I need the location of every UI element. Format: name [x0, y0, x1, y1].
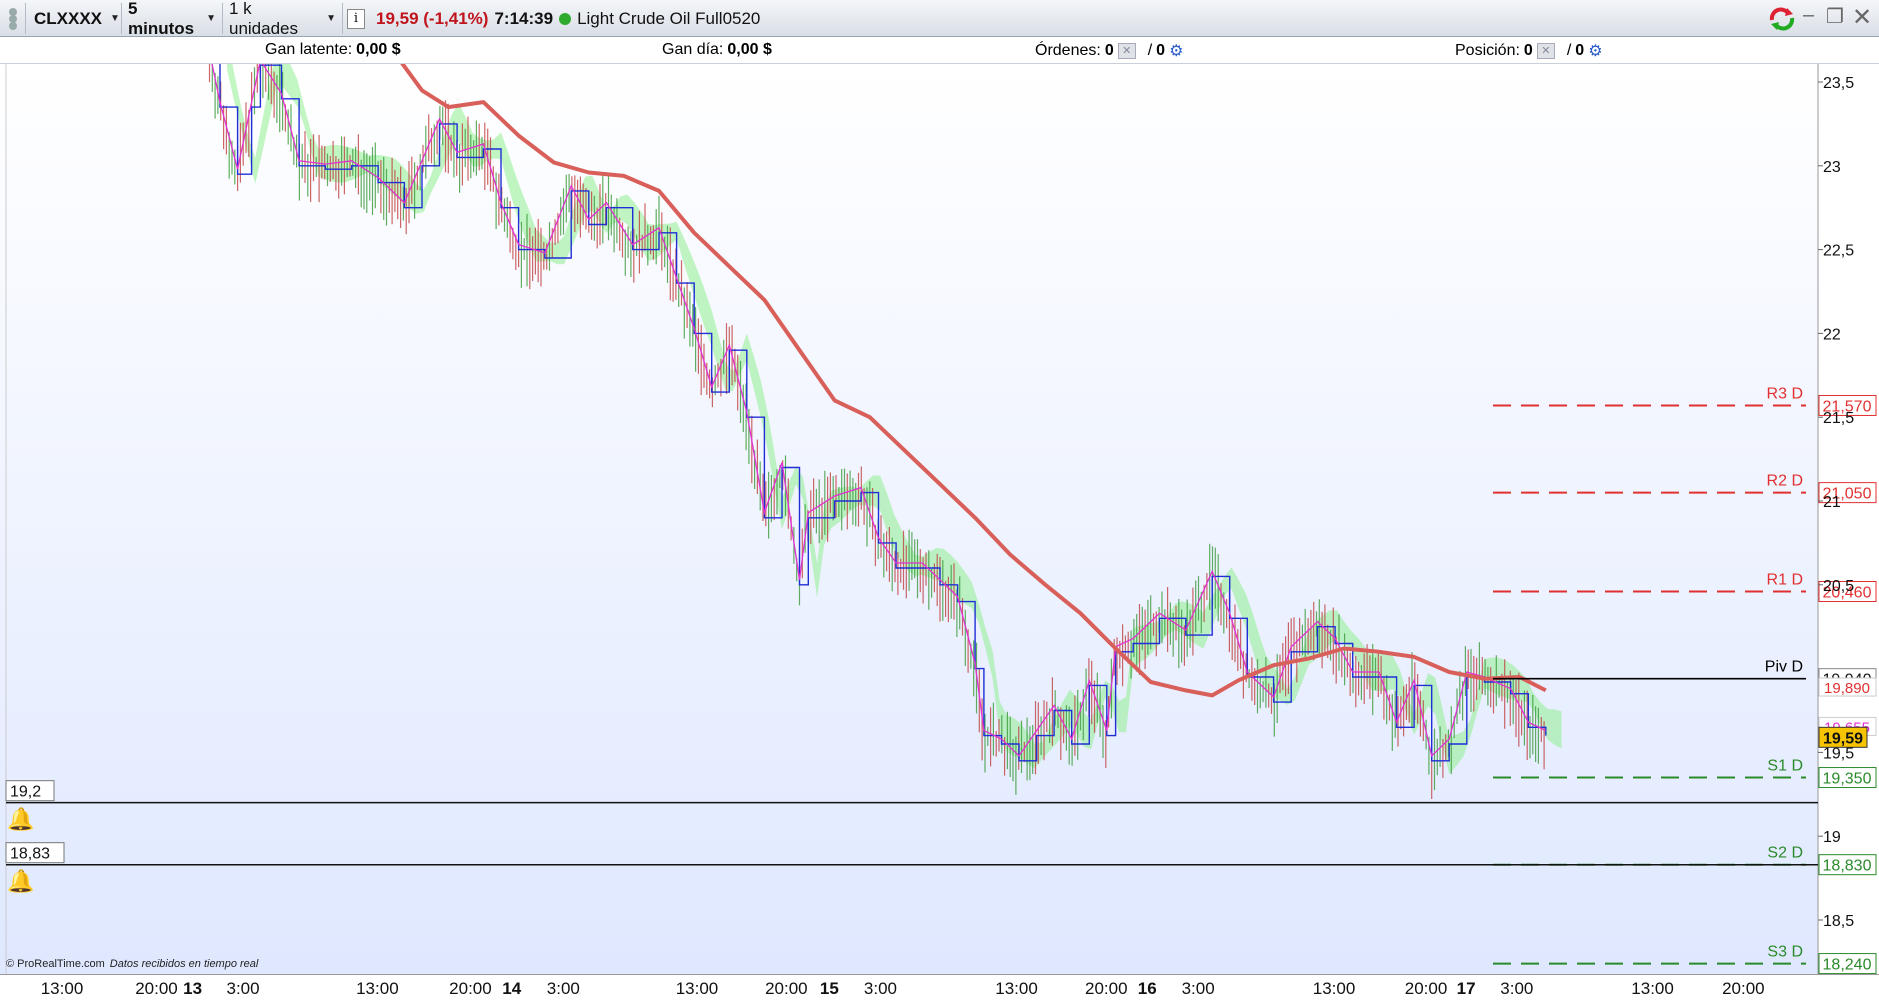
y-tick-label: 19	[1823, 829, 1841, 846]
y-tick-label: 21,5	[1823, 410, 1854, 427]
x-tick-label: 20:00	[1085, 979, 1128, 998]
dots-icon	[8, 7, 17, 30]
level-value: 18,240	[1823, 957, 1872, 974]
timeframe-selector[interactable]: 5 minutos ▼	[122, 0, 223, 38]
close-icon[interactable]: ✕	[1852, 3, 1872, 32]
orders-value-2: 0	[1156, 42, 1166, 59]
alert-label: 18,83	[10, 846, 50, 863]
day-value: 0,00 $	[727, 41, 772, 58]
chevron-down-icon: ▼	[326, 13, 336, 24]
position-value: 0	[1523, 42, 1533, 59]
close-position-icon[interactable]: ✕	[1536, 43, 1555, 59]
footer-note: © ProRealTime.com Datos recibidos en tiem…	[6, 958, 259, 970]
x-tick-label: 20:00	[1722, 979, 1765, 998]
quote-time: 7:14:39	[494, 8, 554, 28]
level-value: 19,350	[1823, 771, 1872, 788]
account-status-bar: Gan latente: 0,00 $ Gan día: 0,00 $ Órde…	[0, 37, 1879, 64]
units-selector[interactable]: 1 k unidades ▼	[223, 0, 343, 38]
time-axis[interactable]: 13:00 20:00 13 3:00 13:00 20:00 14 3:00 13:00 20:…	[0, 974, 1879, 1000]
x-day-label: 14	[502, 979, 522, 998]
units-label: 1 k unidades	[229, 0, 299, 38]
level-name: R3 D	[1767, 385, 1803, 402]
level-name: Piv D	[1765, 659, 1803, 676]
copyright-text: © ProRealTime.com	[6, 958, 105, 970]
restore-icon[interactable]: ❐	[1826, 4, 1844, 29]
day-pnl: Gan día: 0,00 $	[662, 41, 772, 59]
position-label: Posición:	[1455, 42, 1520, 59]
chart-menu-icon[interactable]	[0, 3, 26, 34]
refresh-icon[interactable]	[1768, 6, 1796, 38]
y-tick-label: 22	[1823, 326, 1841, 343]
level-name: S3 D	[1767, 944, 1803, 961]
x-day-label: 13	[183, 979, 203, 998]
x-tick-label: 13:00	[1312, 979, 1356, 998]
x-tick-label: 13:00	[995, 979, 1038, 998]
unrealized-label: Gan latente:	[265, 41, 353, 58]
cancel-orders-icon[interactable]: ✕	[1117, 43, 1136, 59]
x-tick-label: 13:00	[40, 979, 84, 998]
x-tick-label: 3:00	[863, 979, 898, 998]
symbol-selector[interactable]: CLXXXX ▼	[28, 3, 122, 34]
info-icon: i	[347, 8, 365, 29]
y-tick-label: 20,5	[1823, 578, 1854, 595]
x-tick-label: 13:00	[356, 979, 399, 998]
x-day-label: 16	[1137, 979, 1157, 998]
level-name: S2 D	[1767, 845, 1803, 862]
y-tick-label: 22,5	[1823, 243, 1854, 260]
orders-settings-icon[interactable]: ⚙	[1169, 41, 1183, 61]
position-status: Posición: 0 ✕ / 0 ⚙	[1455, 41, 1603, 61]
x-tick-label: 3:00	[1181, 979, 1215, 998]
y-tick-label: 23,5	[1823, 75, 1854, 92]
symbol-label: CLXXXX	[34, 8, 103, 28]
chevron-down-icon: ▼	[110, 13, 120, 24]
y-tick-label: 21	[1823, 494, 1841, 511]
bell-icon[interactable]: 🔔	[7, 868, 35, 895]
plot-area[interactable]	[0, 64, 1818, 974]
x-tick-label: 20:00	[765, 979, 808, 998]
x-tick-label: 3:00	[546, 979, 580, 998]
info-button[interactable]: i	[343, 3, 370, 34]
y-tick-label: 19,5	[1823, 745, 1854, 762]
x-tick-label: 3:00	[226, 979, 260, 998]
minimize-icon[interactable]: –	[1803, 4, 1814, 27]
level-value: 18,830	[1823, 858, 1872, 875]
toolbar: CLXXXX ▼ 5 minutos ▼ 1 k unidades ▼ i 19,59…	[0, 0, 1879, 38]
connection-status-dot	[559, 12, 572, 25]
instrument-name: Light Crude Oil Full0520	[577, 8, 761, 28]
alert-label: 19,2	[10, 784, 41, 801]
unrealized-value: 0,00 $	[356, 41, 401, 58]
x-tick-label: 20:00	[449, 979, 492, 998]
price-chart[interactable]: R3 D21,570R2 D21,050R1 D20,460Piv D19,94…	[0, 64, 1879, 974]
level-name: R1 D	[1767, 572, 1803, 589]
orders-status: Órdenes: 0 ✕ / 0 ⚙	[1035, 41, 1184, 61]
price-change: 19,59 (-1,41%)	[376, 8, 489, 28]
x-tick-label: 3:00	[1500, 979, 1534, 998]
y-tick-label: 18,5	[1823, 913, 1854, 930]
position-settings-icon[interactable]: ⚙	[1588, 41, 1602, 61]
source-note-text: Datos recibidos en tiempo real	[110, 958, 259, 970]
bell-icon[interactable]: 🔔	[7, 806, 35, 833]
x-tick-label: 20:00	[135, 979, 178, 998]
timeframe-label: 5 minutos	[128, 0, 195, 38]
y-tick-label: 23	[1823, 159, 1841, 176]
orders-label: Órdenes:	[1035, 42, 1101, 59]
x-tick-label: 13:00	[675, 979, 719, 998]
marker-value: 19,890	[1824, 680, 1870, 697]
x-day-label: 15	[819, 979, 839, 998]
position-value-2: 0	[1575, 42, 1585, 59]
x-day-label: 17	[1456, 979, 1476, 998]
chevron-down-icon: ▼	[206, 13, 216, 24]
x-tick-label: 20:00	[1404, 979, 1448, 998]
quote-bar: 19,59 (-1,41%) 7:14:39 Light Crude Oil F…	[370, 3, 770, 34]
orders-value: 0	[1104, 42, 1114, 59]
unrealized-pnl: Gan latente: 0,00 $	[265, 41, 401, 59]
day-label: Gan día:	[662, 41, 724, 58]
level-name: S1 D	[1767, 758, 1803, 775]
level-name: R2 D	[1767, 473, 1803, 490]
x-tick-label: 13:00	[1631, 979, 1674, 998]
